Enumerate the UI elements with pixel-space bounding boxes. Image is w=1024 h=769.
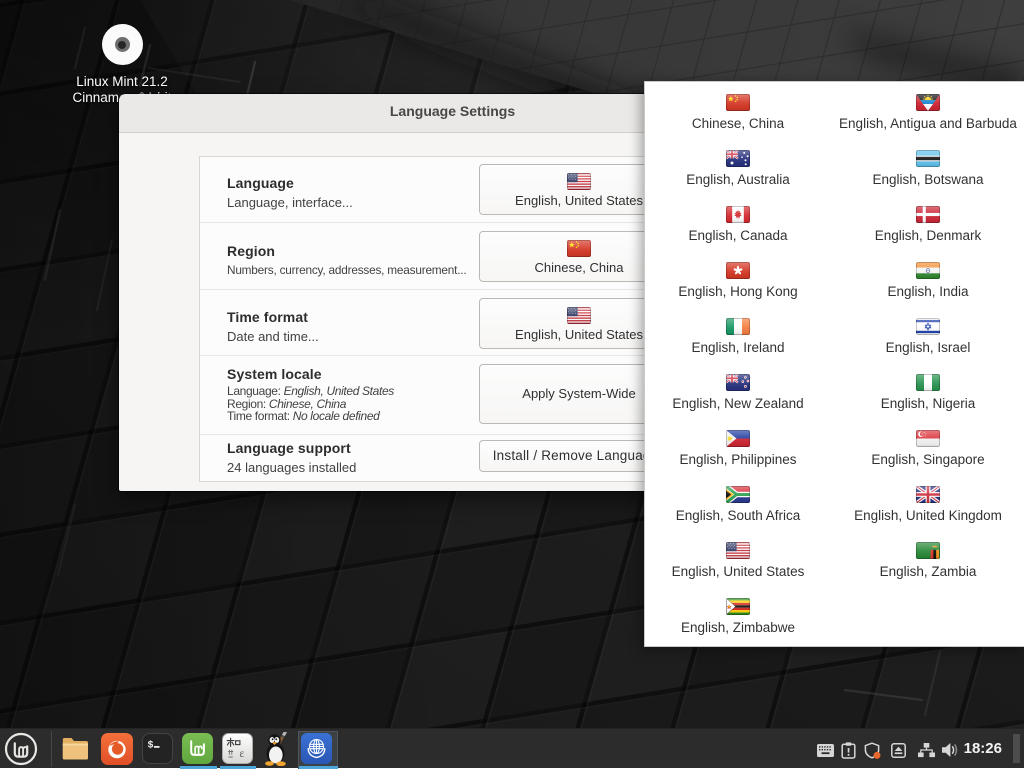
svg-text:ε: ε bbox=[240, 748, 245, 760]
svg-text:$: $ bbox=[148, 740, 154, 752]
